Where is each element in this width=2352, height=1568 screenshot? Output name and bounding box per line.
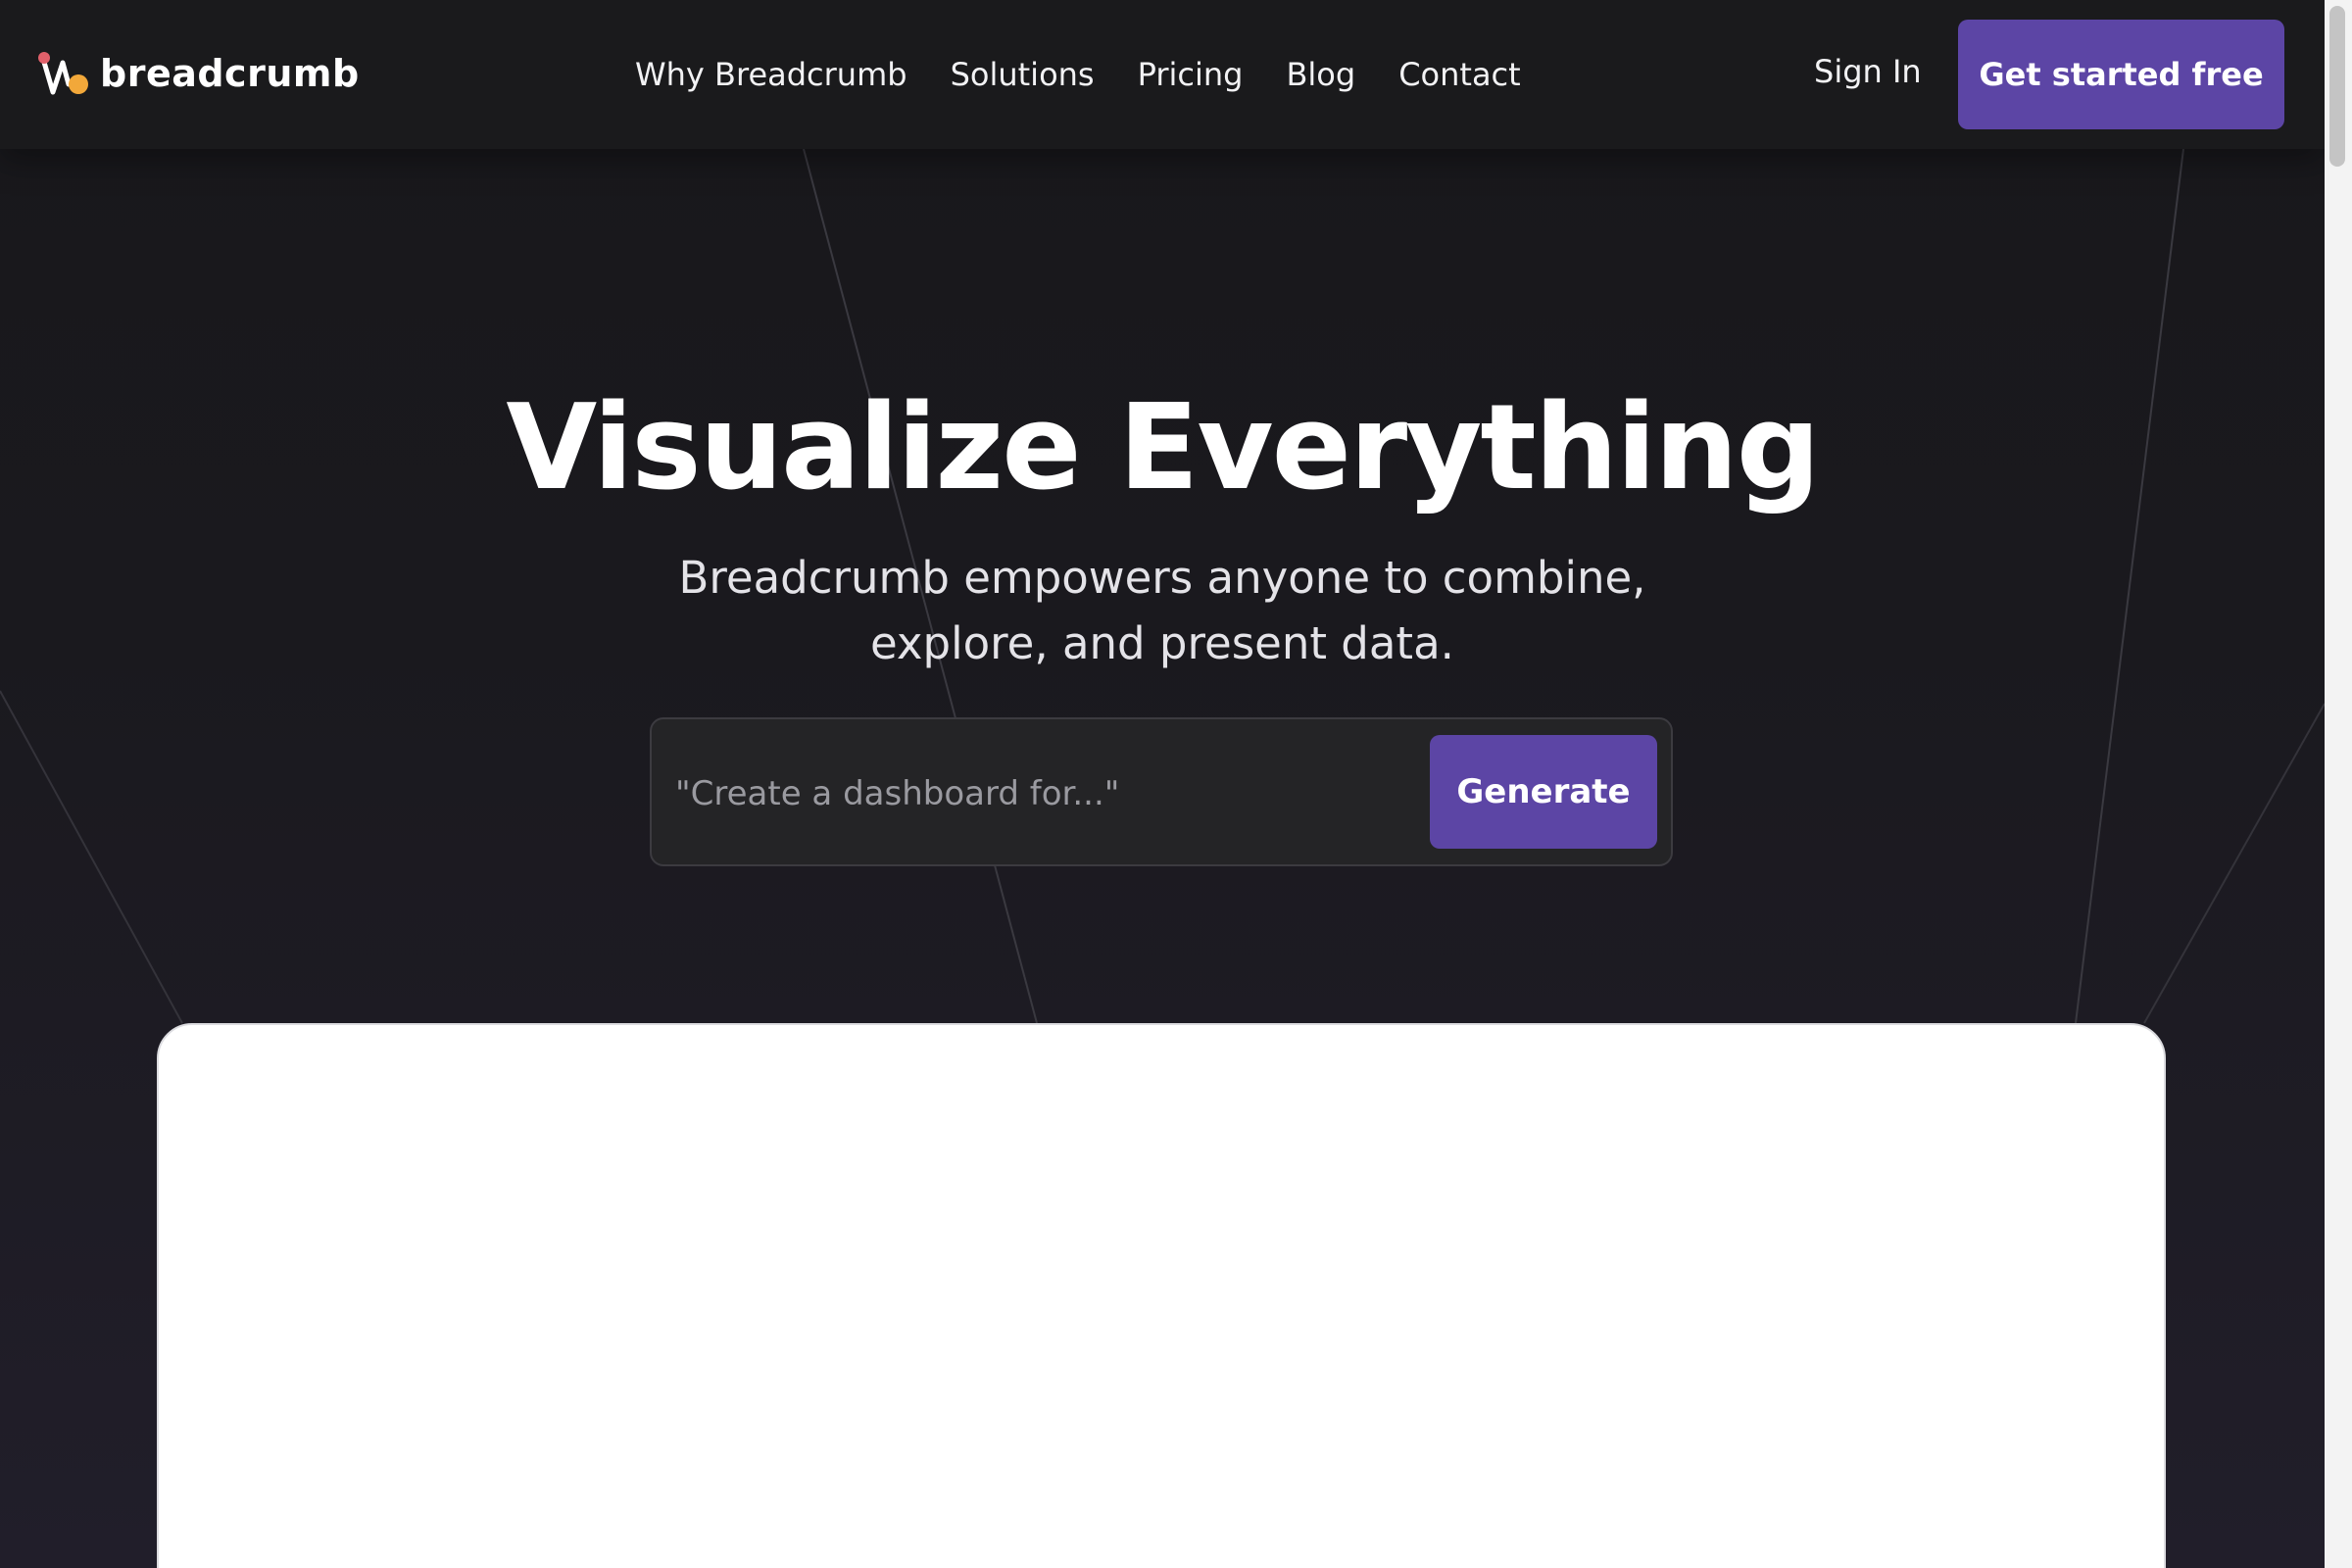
brand-name: breadcrumb (100, 52, 360, 95)
sign-in-link[interactable]: Sign In (1814, 53, 1922, 90)
get-started-button[interactable]: Get started free (1958, 20, 2284, 129)
dashboard-preview-panel (157, 1023, 2166, 1568)
scrollbar-thumb[interactable] (2329, 6, 2345, 167)
hero-subtitle-line-2: explore, and present data. (870, 617, 1454, 669)
brand-logo[interactable]: breadcrumb (37, 49, 360, 98)
generate-button[interactable]: Generate (1430, 735, 1657, 849)
hero-subtitle-line-1: Breadcrumb empowers anyone to combine, (678, 552, 1646, 604)
nav-link-why-breadcrumb[interactable]: Why Breadcrumb (635, 56, 907, 93)
breadcrumb-logo-icon (38, 52, 88, 95)
nav-link-blog[interactable]: Blog (1286, 56, 1355, 93)
landing-page: breadcrumb Why Breadcrumb Solutions Pric… (0, 0, 2352, 1568)
top-navbar: breadcrumb Why Breadcrumb Solutions Pric… (0, 0, 2325, 149)
nav-link-pricing[interactable]: Pricing (1138, 56, 1244, 93)
nav-link-contact[interactable]: Contact (1398, 56, 1521, 93)
dashboard-prompt-form: Generate (650, 717, 1673, 866)
main-nav: Why Breadcrumb Solutions Pricing Blog Co… (635, 49, 1521, 100)
hero-title: Visualize Everything (506, 380, 1820, 516)
nav-link-solutions[interactable]: Solutions (951, 56, 1095, 93)
hero-subtitle: Breadcrumb empowers anyone to combine, e… (574, 545, 1750, 676)
page-scrollbar[interactable] (2325, 0, 2352, 1568)
dashboard-prompt-input[interactable] (675, 759, 1420, 829)
